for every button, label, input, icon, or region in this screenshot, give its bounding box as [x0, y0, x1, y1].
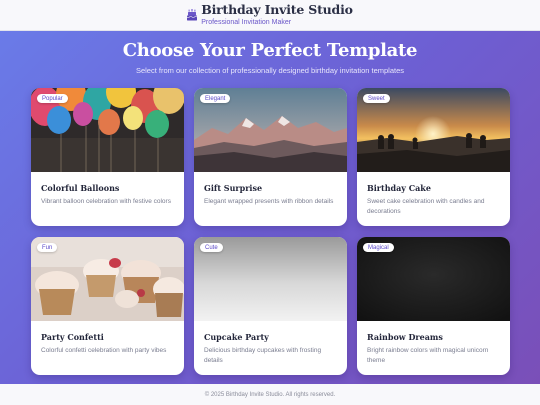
template-title: Gift Surprise: [204, 183, 263, 193]
template-description: Elegant wrapped presents with ribbon det…: [204, 198, 334, 205]
brand[interactable]: Birthday Invite Studio Professional Invi…: [187, 4, 353, 26]
template-description: Delicious birthday cupcakes with frostin…: [204, 347, 322, 364]
template-image-dark-texture: Magical: [357, 237, 510, 321]
template-description: Sweet cake celebration with candles and …: [367, 198, 485, 215]
template-badge: Cute: [200, 243, 223, 252]
template-image-balloons: Popular: [31, 88, 184, 172]
page-title: Choose Your Perfect Template: [122, 40, 418, 61]
cake-icon: [187, 9, 198, 21]
template-description: Vibrant balloon celebration with festive…: [41, 198, 171, 205]
app-subtitle: Professional Invitation Maker: [201, 18, 292, 26]
template-card-cupcake-party[interactable]: Cute Cupcake Party Delicious birthday cu…: [194, 237, 347, 375]
template-title: Party Confetti: [41, 332, 104, 342]
template-card-party-confetti[interactable]: Fun Party Confetti Colorful confetti cel…: [31, 237, 184, 375]
template-title: Rainbow Dreams: [367, 332, 443, 342]
template-image-cupcakes: Fun: [31, 237, 184, 321]
app-header: Birthday Invite Studio Professional Invi…: [0, 0, 540, 31]
template-title: Colorful Balloons: [41, 183, 120, 193]
template-card-colorful-balloons[interactable]: Popular Colorful Balloons Vibrant balloo…: [31, 88, 184, 226]
app-footer: © 2025 Birthday Invite Studio. All right…: [0, 384, 540, 405]
template-description: Colorful confetti celebration with party…: [41, 347, 167, 354]
template-image-mountain: Elegant: [194, 88, 347, 172]
page-subtitle: Select from our collection of profession…: [135, 66, 405, 75]
template-title: Birthday Cake: [367, 183, 431, 193]
app-title: Birthday Invite Studio: [201, 2, 353, 18]
template-card-gift-surprise[interactable]: Elegant Gift Surprise Elegant wrapped pr…: [194, 88, 347, 226]
template-image-gray-gradient: Cute: [194, 237, 347, 321]
template-card-birthday-cake[interactable]: Sweet Birthday Cake Sweet cake celebrati…: [357, 88, 510, 226]
template-gallery: Choose Your Perfect Template Select from…: [0, 31, 540, 384]
template-badge: Popular: [37, 94, 68, 103]
template-title: Cupcake Party: [204, 332, 269, 342]
template-image-sunset: Sweet: [357, 88, 510, 172]
template-badge: Magical: [363, 243, 394, 252]
template-badge: Sweet: [363, 94, 390, 103]
template-description: Bright rainbow colors with magical unico…: [367, 347, 489, 364]
template-badge: Fun: [37, 243, 58, 252]
template-card-rainbow-dreams[interactable]: Magical Rainbow Dreams Bright rainbow co…: [357, 237, 510, 375]
copyright-text: © 2025 Birthday Invite Studio. All right…: [204, 391, 336, 398]
template-badge: Elegant: [200, 94, 231, 103]
